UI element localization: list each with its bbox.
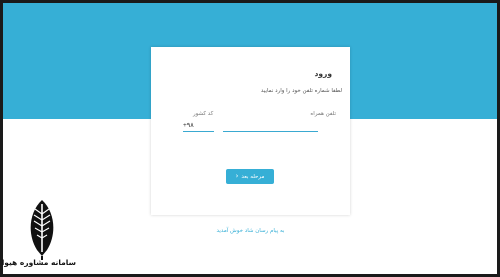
login-card: ورود لطفا شماره تلفن خود را وارد نمایید …: [151, 47, 350, 215]
login-subtitle: لطفا شماره تلفن خود را وارد نمایید: [260, 88, 342, 94]
next-step-button[interactable]: مرحله بعد ‹: [226, 169, 274, 184]
phone-input[interactable]: [223, 119, 318, 132]
phone-label: تلفن همراه: [310, 111, 336, 117]
country-code-input[interactable]: [183, 119, 214, 132]
next-step-label: مرحله بعد: [241, 173, 265, 180]
logo-text: سامانه مشاوره هیوا: [1, 258, 76, 267]
login-title: ورود: [314, 69, 333, 78]
feather-logo-icon: [30, 200, 54, 260]
chevron-left-icon: ‹: [235, 172, 239, 180]
welcome-message: به پیام رسان شاد خوش آمدید: [216, 228, 285, 234]
country-code-label: کد کشور: [193, 111, 214, 117]
